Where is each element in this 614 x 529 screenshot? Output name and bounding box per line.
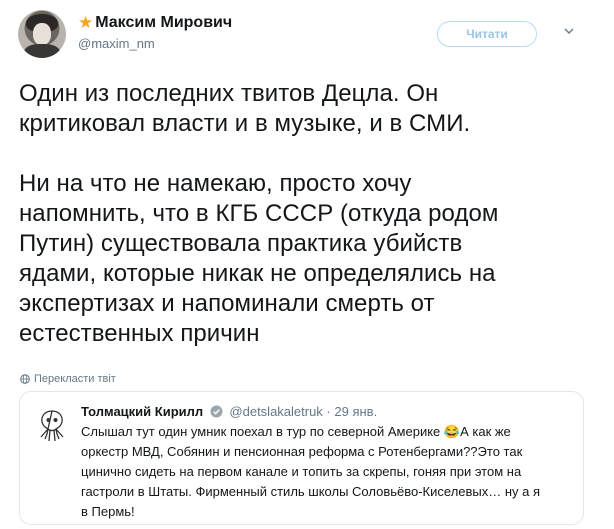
quoted-tweet[interactable]: Толмацкий Кирилл @detslakaletruk · 29 ян… [19,391,584,525]
quoted-header: Толмацкий Кирилл @detslakaletruk · 29 ян… [81,404,377,419]
avatar-suit [24,44,60,58]
quoted-date[interactable]: 29 янв. [334,404,377,419]
globe-icon [20,374,30,384]
translate-label[interactable]: Перекласти твіт [34,373,116,385]
quoted-author-name[interactable]: Толмацкий Кирилл [81,404,203,419]
author-name[interactable]: Максим Мирович [95,14,232,32]
chevron-down-icon[interactable] [564,26,574,36]
quoted-separator: · [322,404,335,419]
translate-tweet-link[interactable]: Перекласти твіт [20,373,116,385]
quoted-author-avatar[interactable] [32,406,72,446]
checkmark-icon [210,405,223,418]
follow-button[interactable]: Читати [437,21,537,47]
author-name-row[interactable]: ★ Максим Мирович [78,13,232,33]
avatar-face [33,23,51,45]
author-avatar[interactable] [18,10,66,58]
quoted-author-handle[interactable]: @detslakaletruk [229,404,322,419]
star-icon: ★ [78,13,94,32]
author-handle[interactable]: @maxim_nm [78,36,155,51]
tweet-text: Один из последних твитов Децла. Он крити… [19,80,499,347]
quoted-text-part1: Слышал тут один умник поехал в тур по се… [81,424,444,439]
quoted-text: Слышал тут один умник поехал в тур по се… [81,422,571,522]
laughing-emoji-icon: 😂 [443,424,461,439]
